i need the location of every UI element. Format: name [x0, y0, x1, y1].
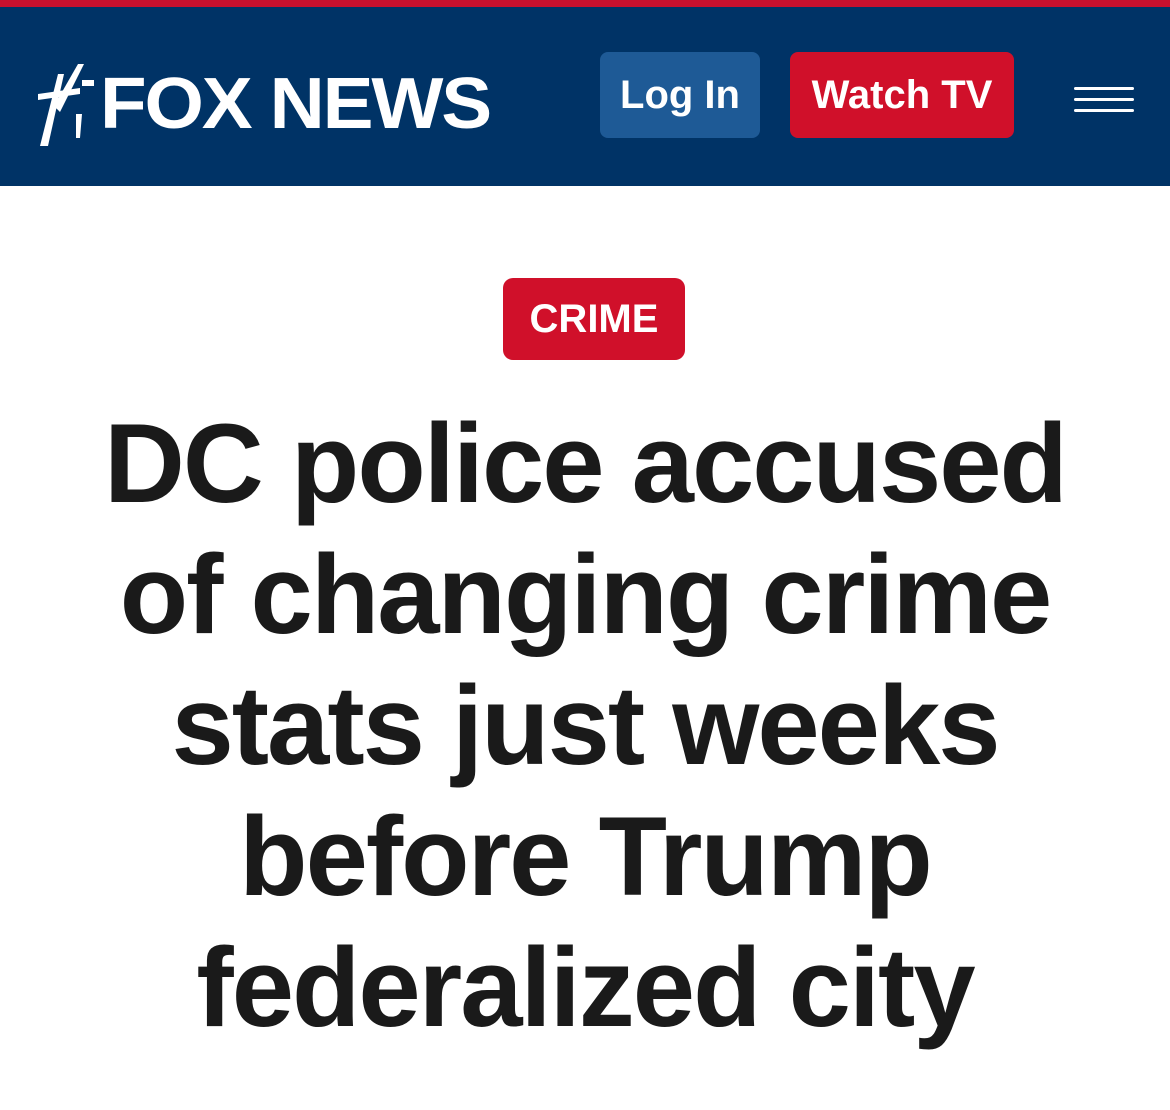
fox-news-logo-icon: [38, 64, 94, 146]
site-header: FOX NEWS Log In Watch TV: [0, 7, 1170, 186]
hamburger-menu-icon[interactable]: [1068, 79, 1138, 119]
article-headline: DC police accused of changing crime stat…: [104, 401, 1068, 1050]
fox-news-logo[interactable]: FOX NEWS: [36, 59, 492, 149]
watch-tv-button[interactable]: Watch TV: [790, 52, 1014, 138]
top-accent-stripe: [0, 0, 1170, 7]
page: FOX NEWS Log In Watch TV CRIME DC police…: [0, 0, 1170, 1110]
login-button[interactable]: Log In: [600, 52, 760, 138]
logo-text: FOX NEWS: [100, 64, 492, 144]
category-badge[interactable]: CRIME: [503, 278, 685, 360]
